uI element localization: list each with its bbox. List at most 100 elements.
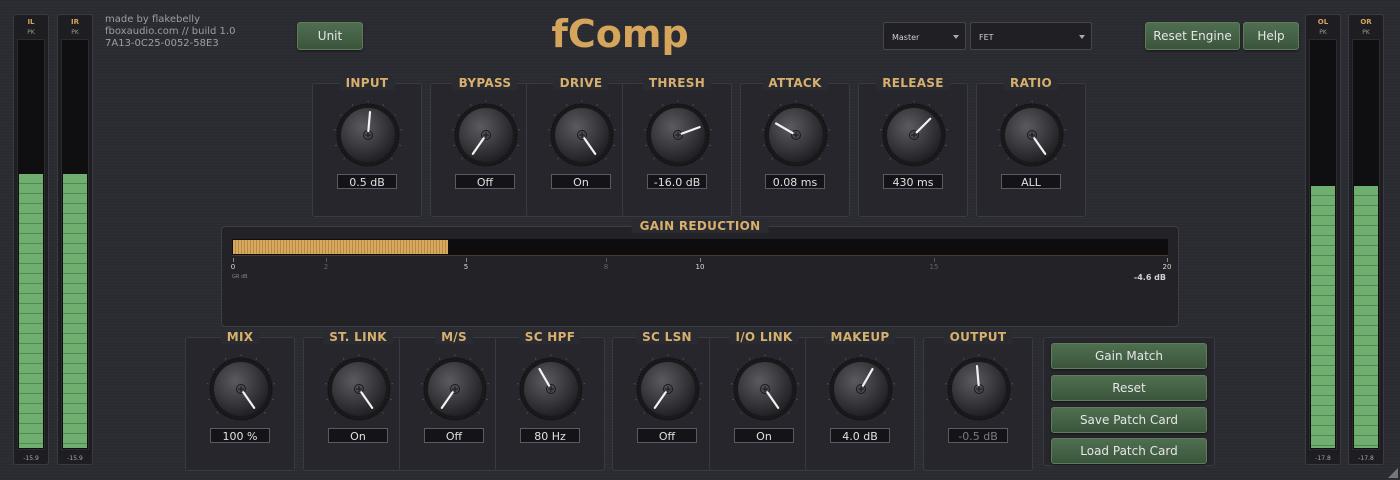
knob-label: RATIO — [1004, 76, 1058, 90]
knob-value-field[interactable]: -0.5 dB — [948, 428, 1008, 443]
knob-value-field[interactable]: On — [328, 428, 388, 443]
meter-label: IL — [27, 18, 35, 26]
chevron-down-icon — [1079, 35, 1085, 39]
knob-value-field[interactable]: 430 ms — [883, 174, 943, 189]
knob-dial[interactable] — [826, 354, 896, 424]
meter-peak-label: PK — [27, 29, 35, 36]
gain-reduction-value: -4.6 dB — [1133, 273, 1166, 282]
meter-peak-label: PK — [1319, 29, 1327, 36]
knob-dial[interactable] — [730, 354, 800, 424]
knob-dial[interactable] — [333, 100, 403, 170]
knob-panel-drive: DRIVE On — [526, 76, 636, 217]
meter-value: -15.9 — [67, 455, 83, 462]
mode-select[interactable]: FET — [970, 22, 1092, 50]
help-button[interactable]: Help — [1243, 22, 1299, 50]
meter-output-right: OR PK -17.8 — [1348, 14, 1384, 465]
gr-tick-label: 15 — [929, 263, 939, 271]
knob-value-field[interactable]: -16.0 dB — [647, 174, 707, 189]
gr-tick-label: 20 — [1162, 263, 1172, 271]
gr-tick — [606, 258, 607, 262]
resize-grip-icon[interactable] — [1388, 468, 1398, 478]
knob-dial[interactable] — [547, 100, 617, 170]
knob-label: ST. LINK — [323, 330, 393, 344]
meter-well — [1352, 39, 1380, 450]
meter-input-left: IL PK -15.9 — [13, 14, 49, 465]
gain-reduction-fill — [233, 240, 449, 254]
meter-peak-label: PK — [71, 29, 79, 36]
meter-label: OL — [1317, 18, 1329, 26]
gain-match-button[interactable]: Gain Match — [1051, 343, 1207, 369]
gain-reduction-meter: GAIN REDUCTION 0 2 5 8 10 15 20 GR dB -4… — [221, 219, 1179, 327]
load-patch-card-button[interactable]: Load Patch Card — [1051, 438, 1207, 464]
knob-panel-i-o-link: I/O LINK On — [709, 330, 819, 471]
gain-reduction-track — [232, 239, 1168, 256]
knob-label: THRESH — [642, 76, 712, 90]
knob-dial[interactable] — [879, 100, 949, 170]
knob-dial[interactable] — [451, 100, 521, 170]
knob-dial[interactable] — [420, 354, 490, 424]
knob-label: DRIVE — [553, 76, 609, 90]
knob-value-field[interactable]: Off — [424, 428, 484, 443]
reset-button[interactable]: Reset — [1051, 375, 1207, 401]
knob-panel-sc-hpf: SC HPF 80 Hz — [495, 330, 605, 471]
knob-value-field[interactable]: On — [551, 174, 611, 189]
knob-label: SC LSN — [636, 330, 698, 344]
knob-value-field[interactable]: 0.5 dB — [337, 174, 397, 189]
meter-fill — [1354, 186, 1378, 448]
meter-peak-label: PK — [1362, 29, 1370, 36]
master-select[interactable]: Master — [883, 22, 966, 50]
knob-value-field[interactable]: Off — [455, 174, 515, 189]
gr-tick — [326, 258, 327, 262]
meter-input-right: IR PK -15.9 — [57, 14, 93, 465]
knob-label: M/S — [435, 330, 473, 344]
knob-panel-bypass: BYPASS Off — [430, 76, 540, 217]
unit-button[interactable]: Unit — [297, 22, 363, 50]
knob-dial[interactable] — [206, 354, 276, 424]
meter-fill — [19, 173, 43, 448]
gr-tick-label: 5 — [463, 263, 469, 271]
knob-dial[interactable] — [324, 354, 394, 424]
gr-tick-label: 10 — [695, 263, 705, 271]
gr-tick — [466, 258, 467, 262]
knob-panel-st-link: ST. LINK On — [303, 330, 413, 471]
knob-panel-input: INPUT 0.5 dB — [312, 76, 422, 217]
knob-panel-sc-lsn: SC LSN Off — [612, 330, 722, 471]
mode-select-value: FET — [979, 33, 994, 42]
gr-tick — [934, 258, 935, 262]
knob-dial[interactable] — [944, 354, 1014, 424]
gr-axis-label: GR dB — [232, 274, 248, 280]
knob-label: MAKEUP — [824, 330, 896, 344]
knob-dial[interactable] — [643, 100, 713, 170]
knob-value-field[interactable]: 100 % — [210, 428, 270, 443]
knob-dial[interactable] — [633, 354, 703, 424]
reset-engine-button[interactable]: Reset Engine — [1145, 22, 1240, 50]
meter-fill — [1311, 186, 1335, 448]
website-build-text: fboxaudio.com // build 1.0 — [105, 26, 236, 37]
master-select-value: Master — [892, 33, 920, 42]
knob-value-field[interactable]: 0.08 ms — [765, 174, 825, 189]
knob-value-field[interactable]: Off — [637, 428, 697, 443]
meter-value: -17.8 — [1358, 455, 1374, 462]
knob-value-field[interactable]: On — [734, 428, 794, 443]
knob-value-field[interactable]: 4.0 dB — [830, 428, 890, 443]
knob-panel-attack: ATTACK 0.08 ms — [740, 76, 850, 217]
save-patch-card-button[interactable]: Save Patch Card — [1051, 407, 1207, 433]
knob-label: RELEASE — [876, 76, 950, 90]
knob-value-field[interactable]: ALL — [1001, 174, 1061, 189]
knob-dial[interactable] — [997, 100, 1067, 170]
gain-reduction-label: GAIN REDUCTION — [631, 219, 769, 233]
knob-panel-m-s: M/S Off — [399, 330, 509, 471]
knob-panel-makeup: MAKEUP 4.0 dB — [805, 330, 915, 471]
build-info: made by flakebelly fboxaudio.com // buil… — [105, 14, 235, 50]
knob-value-field[interactable]: 80 Hz — [520, 428, 580, 443]
knob-label: BYPASS — [452, 76, 518, 90]
knob-panel-ratio: RATIO ALL — [976, 76, 1086, 217]
knob-label: INPUT — [339, 76, 395, 90]
knob-label: I/O LINK — [729, 330, 799, 344]
knob-label: ATTACK — [762, 76, 828, 90]
gr-tick — [700, 258, 701, 262]
meter-well — [61, 39, 89, 450]
knob-dial[interactable] — [516, 354, 586, 424]
knob-dial[interactable] — [761, 100, 831, 170]
knob-label: OUTPUT — [943, 330, 1013, 344]
